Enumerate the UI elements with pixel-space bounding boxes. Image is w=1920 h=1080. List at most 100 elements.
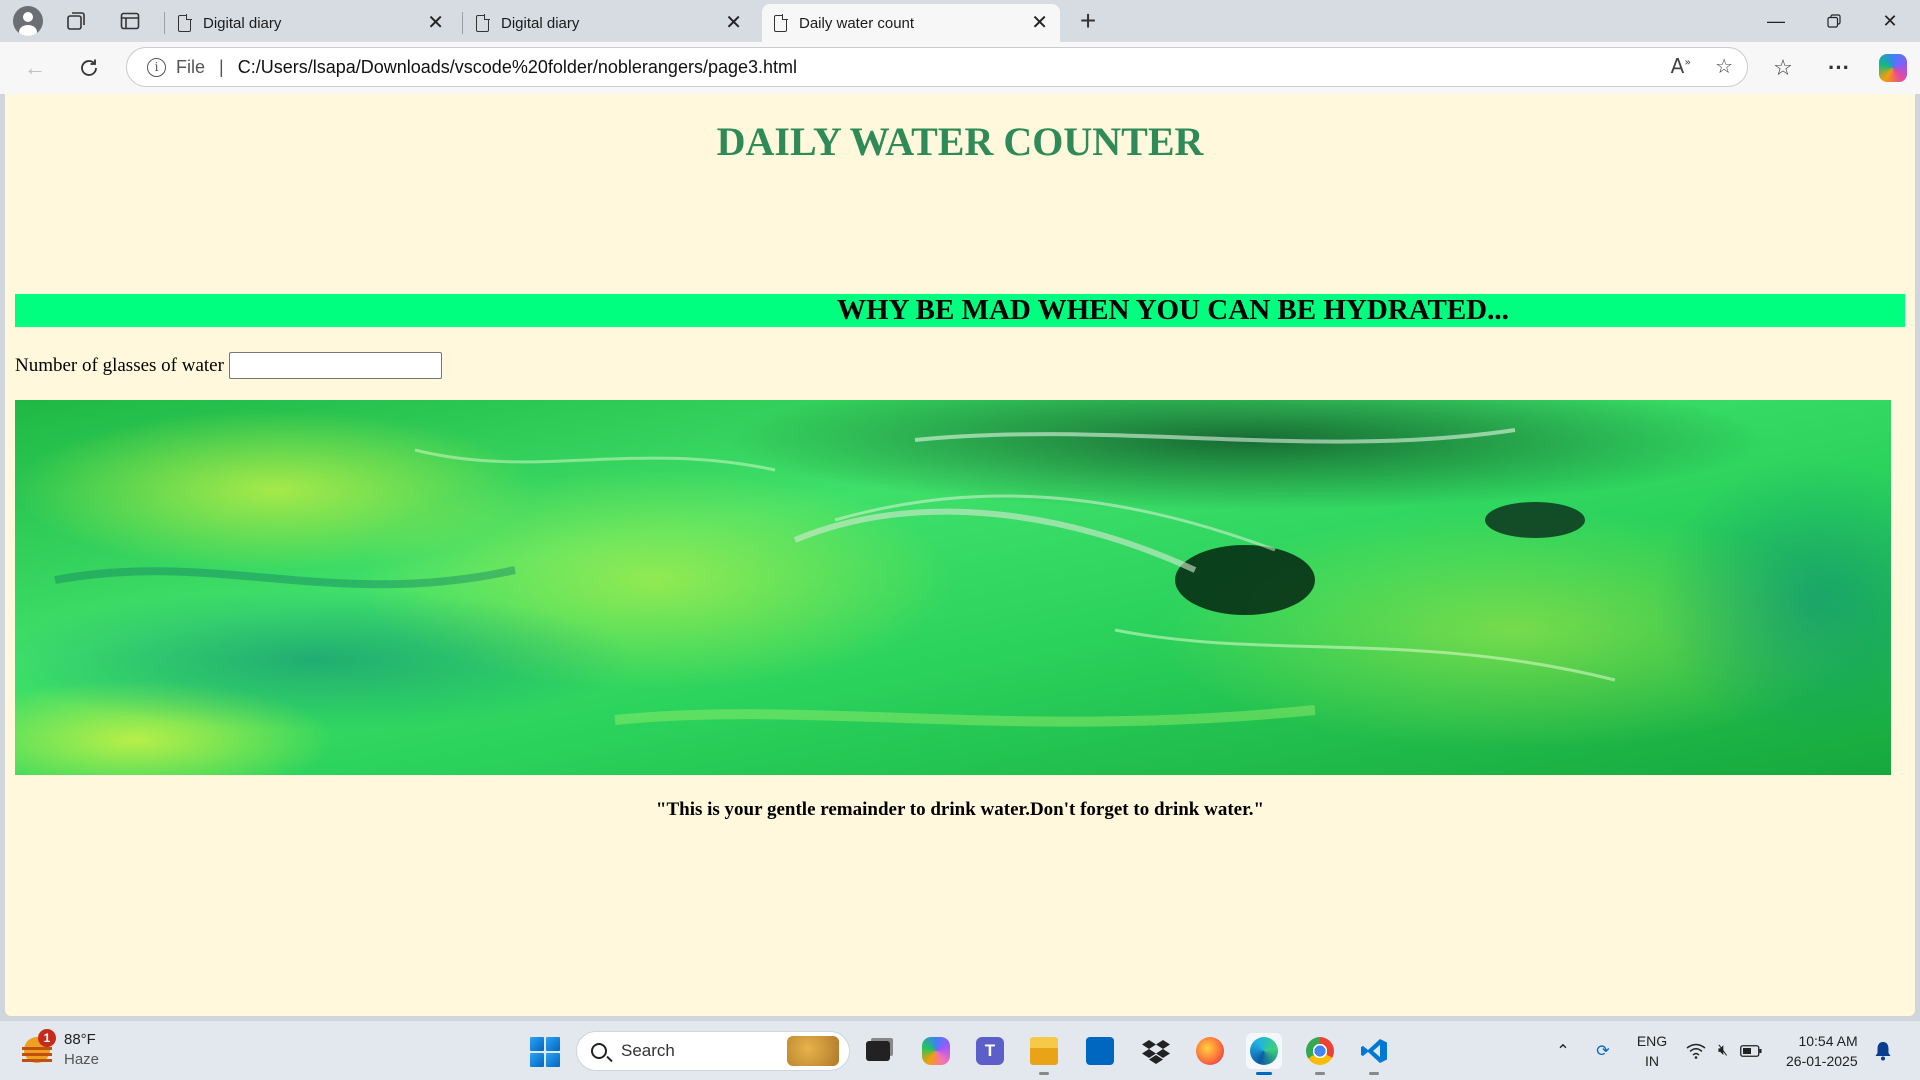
close-icon[interactable]: ✕ (427, 13, 444, 33)
firefox-icon (1196, 1037, 1224, 1065)
tab-daily-water-count[interactable]: Daily water count ✕ (762, 4, 1060, 42)
favorites-icon: ☆ (1773, 55, 1793, 80)
bell-icon (1875, 1042, 1891, 1061)
copilot-app-icon (922, 1037, 950, 1065)
scheme-label: File (176, 56, 206, 77)
close-icon[interactable]: ✕ (725, 13, 742, 33)
close-icon: ✕ (1882, 10, 1898, 31)
start-button[interactable] (530, 1037, 560, 1067)
page-icon (476, 14, 490, 32)
language-line1: ENG (1636, 1033, 1668, 1049)
profile-button[interactable] (10, 5, 46, 37)
file-explorer-button[interactable] (1026, 1033, 1062, 1075)
tab-separator (164, 12, 165, 34)
url-text[interactable]: C:/Users/lsapa/Downloads/vscode%20folder… (238, 57, 797, 78)
tab-separator (462, 12, 463, 34)
reminder-quote: "This is your gentle remainder to drink … (655, 799, 1265, 820)
workspaces-button[interactable] (58, 5, 94, 37)
system-clock[interactable]: 10:54 AM 26-01-2025 (1786, 1031, 1858, 1071)
vertical-tabs-icon (120, 12, 140, 30)
back-button[interactable]: ← (18, 52, 52, 84)
window-close-button[interactable]: ✕ (1862, 0, 1918, 42)
plus-icon: + (1079, 5, 1097, 36)
page-icon (178, 14, 192, 32)
task-view-icon (866, 1041, 890, 1061)
haze-weather-icon: 1 (22, 1029, 56, 1065)
weather-widget[interactable]: 1 88°F Haze (22, 1029, 99, 1070)
windows-taskbar: 1 88°F Haze Search T ⌃ ⟳ ENG IN 🔇︎ 10:54… (0, 1020, 1920, 1080)
copilot-button[interactable] (1876, 52, 1910, 84)
vscode-button[interactable] (1356, 1033, 1392, 1075)
tab-digital-diary-1[interactable]: Digital diary ✕ (166, 4, 456, 42)
workspaces-icon (67, 12, 85, 30)
more-button[interactable]: ··· (1822, 52, 1856, 84)
task-view-button[interactable] (860, 1033, 896, 1069)
glass-count-label: Number of glasses of water (15, 354, 224, 376)
read-aloud-icon[interactable]: A» (1671, 54, 1691, 79)
refresh-button[interactable] (72, 52, 106, 84)
clock-time: 10:54 AM (1798, 1033, 1858, 1049)
restore-icon (1827, 14, 1841, 28)
weather-condition: Haze (64, 1051, 100, 1068)
page-title: DAILY WATER COUNTER (716, 119, 1204, 164)
sync-icon[interactable]: ⟳ (1592, 1040, 1614, 1062)
minimize-icon: — (1767, 10, 1785, 31)
chevron-up-icon[interactable]: ⌃ (1552, 1040, 1574, 1062)
browser-toolbar: ← i File | C:/Users/lsapa/Downloads/vsco… (0, 42, 1920, 94)
language-line2: IN (1645, 1053, 1659, 1069)
profile-icon (13, 6, 43, 36)
copilot-app-button[interactable] (918, 1033, 954, 1069)
weather-temp: 88°F (64, 1031, 96, 1048)
windows-logo-icon (530, 1037, 544, 1051)
wifi-icon (1686, 1043, 1706, 1059)
copilot-icon (1879, 54, 1907, 82)
quick-settings[interactable]: 🔇︎ (1686, 1021, 1762, 1080)
firefox-button[interactable] (1192, 1033, 1228, 1069)
teams-button[interactable]: T (972, 1033, 1008, 1069)
info-icon[interactable]: i (147, 57, 166, 77)
language-indicator[interactable]: ENG IN (1636, 1031, 1668, 1071)
page-viewport: DAILY WATER COUNTER WHY BE MAD WHEN YOU … (5, 94, 1915, 1016)
favorites-button[interactable]: ☆ (1766, 52, 1800, 84)
ms-store-button[interactable] (1082, 1033, 1118, 1069)
search-highlight-icon (787, 1036, 839, 1066)
glass-count-input[interactable] (228, 352, 442, 379)
slogan-text: WHY BE MAD WHEN YOU CAN BE HYDRATED... (837, 294, 1509, 326)
star-icon[interactable]: ☆ (1715, 54, 1733, 79)
battery-icon (1740, 1045, 1762, 1057)
taskbar-search[interactable]: Search (576, 1031, 850, 1071)
edge-button[interactable] (1246, 1033, 1282, 1075)
vscode-icon (1361, 1039, 1387, 1063)
tab-digital-diary-2[interactable]: Digital diary ✕ (464, 4, 754, 42)
running-indicator (1369, 1072, 1379, 1075)
chrome-icon (1306, 1037, 1334, 1065)
clock-date: 26-01-2025 (1786, 1053, 1858, 1069)
notifications-button[interactable] (1874, 1021, 1892, 1080)
running-indicator (1315, 1072, 1325, 1075)
volume-muted-icon: 🔇︎ (1717, 1042, 1729, 1059)
address-actions: A» ☆ (1671, 54, 1733, 79)
search-icon (591, 1043, 607, 1059)
file-explorer-icon (1030, 1037, 1058, 1065)
glass-count-row: Number of glasses of water (15, 352, 442, 379)
dropbox-icon (1142, 1040, 1170, 1064)
running-indicator (1256, 1072, 1272, 1075)
minimize-button[interactable]: — (1748, 0, 1804, 42)
tab-label: Daily water count (799, 14, 915, 32)
restore-button[interactable] (1806, 0, 1862, 42)
tab-label: Digital diary (501, 14, 580, 32)
address-bar[interactable]: i File | C:/Users/lsapa/Downloads/vscode… (126, 47, 1748, 87)
dropbox-button[interactable] (1138, 1033, 1174, 1069)
edge-icon (1250, 1037, 1278, 1065)
running-indicator (1039, 1072, 1049, 1075)
vertical-tabs-button[interactable] (112, 5, 148, 37)
weather-text: 88°F Haze (64, 1030, 99, 1070)
close-icon[interactable]: ✕ (1031, 13, 1048, 33)
ms-store-icon (1086, 1037, 1114, 1065)
water-image (15, 400, 1891, 775)
more-icon: ··· (1828, 55, 1850, 80)
chrome-button[interactable] (1302, 1033, 1338, 1075)
browser-tab-strip: Digital diary ✕ Digital diary ✕ Daily wa… (0, 0, 1920, 42)
new-tab-button[interactable]: + (1072, 6, 1104, 38)
refresh-icon (81, 59, 97, 76)
